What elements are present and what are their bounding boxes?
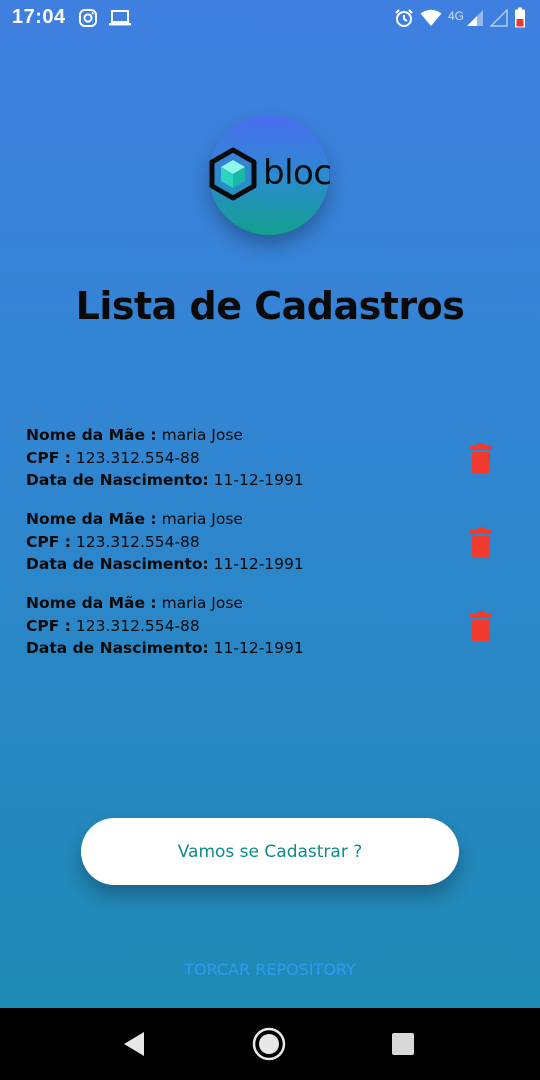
navigation-bar bbox=[0, 1008, 540, 1080]
mother-name-label: Nome da Mãe : bbox=[26, 510, 157, 528]
repository-link[interactable]: TORCAR REPOSITORY bbox=[0, 960, 540, 979]
mother-name-value: maria Jose bbox=[161, 594, 243, 612]
cpf-value: 123.312.554-88 bbox=[75, 448, 200, 467]
delete-icon[interactable] bbox=[470, 443, 492, 473]
network-label: 4G bbox=[447, 9, 464, 23]
cpf-label: CPF : bbox=[26, 616, 71, 635]
laptop-icon bbox=[108, 8, 132, 32]
birth-date-row: Data de Nascimento: 11-12-1991 bbox=[26, 469, 506, 492]
home-icon[interactable] bbox=[251, 1026, 287, 1062]
instagram-icon bbox=[78, 8, 98, 32]
mother-name-row: Nome da Mãe : maria Jose bbox=[26, 424, 506, 447]
status-left-icons bbox=[78, 8, 132, 32]
page-title: Lista de Cadastros bbox=[75, 284, 465, 328]
app-logo: bloc bbox=[209, 115, 332, 235]
delete-icon[interactable] bbox=[470, 611, 492, 641]
records-list: Nome da Mãe : maria Jose CPF : 123.312.5… bbox=[26, 424, 506, 676]
list-item: Nome da Mãe : maria Jose CPF : 123.312.5… bbox=[26, 508, 506, 592]
cpf-row: CPF : 123.312.554-88 bbox=[26, 531, 506, 554]
register-button[interactable]: Vamos se Cadastrar ? bbox=[81, 818, 459, 885]
wifi-icon bbox=[420, 9, 442, 31]
mother-name-label: Nome da Mãe : bbox=[26, 426, 157, 444]
birth-date-row: Data de Nascimento: 11-12-1991 bbox=[26, 637, 506, 660]
cpf-label: CPF : bbox=[26, 448, 71, 467]
status-bar: 17:04 4G bbox=[0, 0, 540, 36]
cube-icon bbox=[209, 147, 257, 205]
mother-name-row: Nome da Mãe : maria Jose bbox=[26, 508, 506, 531]
mother-name-value: maria Jose bbox=[161, 510, 243, 528]
mother-name-row: Nome da Mãe : maria Jose bbox=[26, 592, 506, 615]
cpf-value: 123.312.554-88 bbox=[75, 616, 200, 635]
alarm-icon bbox=[394, 8, 414, 32]
list-item: Nome da Mãe : maria Jose CPF : 123.312.5… bbox=[26, 424, 506, 508]
mother-name-value: maria Jose bbox=[161, 426, 243, 444]
cpf-row: CPF : 123.312.554-88 bbox=[26, 615, 506, 638]
cpf-value: 123.312.554-88 bbox=[75, 532, 200, 551]
status-time: 17:04 bbox=[12, 6, 66, 28]
birth-date-value: 11-12-1991 bbox=[213, 471, 304, 489]
birth-date-value: 11-12-1991 bbox=[213, 639, 304, 657]
mother-name-label: Nome da Mãe : bbox=[26, 594, 157, 612]
logo-text: bloc bbox=[263, 153, 332, 193]
recents-icon[interactable] bbox=[385, 1026, 421, 1062]
cpf-row: CPF : 123.312.554-88 bbox=[26, 447, 506, 470]
birth-date-value: 11-12-1991 bbox=[213, 555, 304, 573]
birth-date-label: Data de Nascimento: bbox=[26, 471, 209, 489]
signal-icon bbox=[466, 9, 484, 31]
birth-date-row: Data de Nascimento: 11-12-1991 bbox=[26, 553, 506, 576]
delete-icon[interactable] bbox=[470, 527, 492, 557]
back-icon[interactable] bbox=[116, 1026, 152, 1062]
birth-date-label: Data de Nascimento: bbox=[26, 555, 209, 573]
list-item: Nome da Mãe : maria Jose CPF : 123.312.5… bbox=[26, 592, 506, 676]
birth-date-label: Data de Nascimento: bbox=[26, 639, 209, 657]
cpf-label: CPF : bbox=[26, 532, 71, 551]
signal-empty-icon bbox=[489, 8, 508, 31]
battery-low-icon bbox=[514, 7, 526, 33]
status-right-icons: 4G bbox=[394, 7, 526, 33]
